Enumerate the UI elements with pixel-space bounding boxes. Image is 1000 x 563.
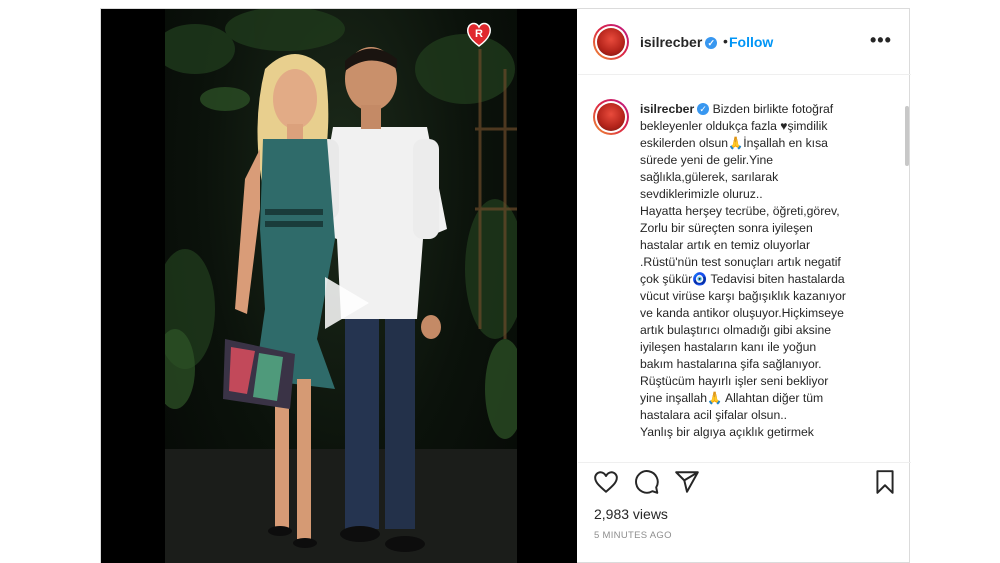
caption-line-0: isilrecber ✓ Bizden birlikte fotoğraf xyxy=(640,102,834,116)
username-link[interactable]: isilrecber ✓ xyxy=(640,34,718,50)
views-count[interactable]: 2,983 views xyxy=(594,506,668,522)
post-timestamp[interactable]: 5 MINUTES AGO xyxy=(594,530,672,541)
comment-icon[interactable] xyxy=(634,469,660,495)
action-bar: 2,983 views 5 MINUTES AGO xyxy=(578,462,911,563)
caption-line: bekleyenler oldukça fazla ♥şimdilik xyxy=(640,119,828,133)
badge-letter: R xyxy=(475,28,483,40)
caption-line: sürede yeni de gelir.Yine xyxy=(640,153,774,167)
more-options-icon[interactable]: ••• xyxy=(870,30,892,51)
caption-line: sevdiklerimizle oluruz.. xyxy=(640,187,763,201)
caption-line: eskilerden olsun🙏İnşallah en kısa xyxy=(640,136,828,150)
caption-line: Yanlış bir algıya açıklık getirmek xyxy=(640,425,814,439)
caption-line: vücut virüse karşı bağışıklık kazanıyor xyxy=(640,289,846,303)
bookmark-icon[interactable] xyxy=(872,469,898,495)
caption-scrollbar[interactable] xyxy=(905,106,909,166)
verified-badge-icon: ✓ xyxy=(705,37,718,49)
caption-line: .Rüstü'nün test sonuçları artık negatif xyxy=(640,255,841,269)
caption-line: Zorlu bir süreçten sonra iyileşen xyxy=(640,221,813,235)
play-icon[interactable] xyxy=(311,271,375,335)
post-card: R isilrecber ✓ • Follow ••• isilrecber ✓ B… xyxy=(100,8,911,563)
caption-line: çok şükür🧿 Tedavisi biten hastalarda xyxy=(640,272,845,286)
post-media[interactable]: R xyxy=(101,9,577,563)
caption-line: hastalar artık en temiz oluyorlar xyxy=(640,238,811,252)
caption-line: yine inşallah🙏 Allahtan diğer tüm xyxy=(640,391,824,405)
caption-verified-icon: ✓ xyxy=(697,103,710,115)
caption-line: iyileşen hastaların kanı ile yoğun xyxy=(640,340,817,354)
caption-line: bakım hastalarına şifa sağlanıyor. xyxy=(640,357,822,371)
heart-icon[interactable] xyxy=(593,469,619,495)
r-heart-badge-icon: R xyxy=(467,22,491,47)
caption-line: sağlıkla,gülerek, sarılarak xyxy=(640,170,779,184)
post-side-panel: isilrecber ✓ • Follow ••• isilrecber ✓ Biz… xyxy=(578,9,911,563)
share-icon[interactable] xyxy=(674,469,700,495)
caption-line: hastalara acil şifalar olsun.. xyxy=(640,408,787,422)
post-header: isilrecber ✓ • Follow ••• xyxy=(578,9,911,75)
follow-button[interactable]: Follow xyxy=(729,34,773,50)
caption-line: ve kanda antikor oluşuyor.Hiçkimseye xyxy=(640,306,844,320)
caption-avatar[interactable] xyxy=(593,99,629,135)
header-dot: • xyxy=(723,33,728,49)
username-text: isilrecber xyxy=(640,34,703,50)
caption-line: Rüştücüm hayırlı işler seni bekliyor xyxy=(640,374,829,388)
caption-line: artık bulaştırıcı olmadığı gibi aksine xyxy=(640,323,832,337)
post-caption: isilrecber ✓ Bizden birlikte fotoğraf bek… xyxy=(640,101,892,441)
avatar[interactable] xyxy=(593,24,629,60)
caption-username[interactable]: isilrecber xyxy=(640,102,694,116)
caption-line: Hayatta herşey tecrübe, öğreti,görev, xyxy=(640,204,840,218)
caption-area[interactable]: isilrecber ✓ Bizden birlikte fotoğraf bek… xyxy=(578,76,911,461)
